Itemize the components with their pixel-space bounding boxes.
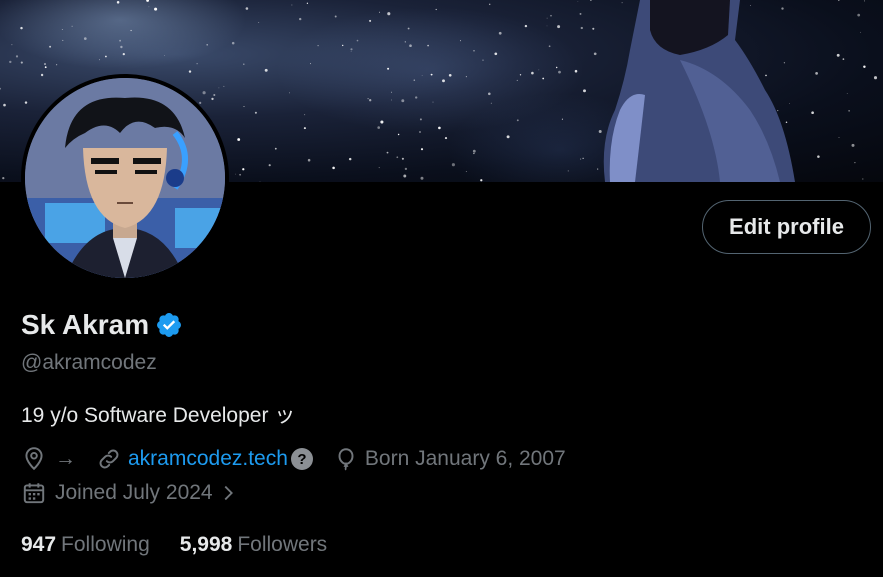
verified-badge-icon[interactable] (155, 311, 183, 339)
edit-profile-button[interactable]: Edit profile (702, 200, 871, 254)
followers-count: 5,998 (179, 533, 233, 556)
joined-row[interactable]: Joined July 2024 (21, 480, 235, 506)
follow-stats: 947 Following 5,998 Followers (21, 533, 327, 557)
website-link[interactable]: akramcodez.tech (128, 447, 288, 471)
location-pin-icon (21, 446, 47, 472)
following-count: 947 (21, 533, 57, 556)
chevron-right-icon[interactable] (217, 480, 235, 506)
banner-figure (603, 0, 795, 182)
location-text: → (55, 447, 76, 470)
user-handle: @akramcodez (21, 351, 157, 374)
name-row: Sk Akram (21, 309, 183, 341)
followers-label: Followers (237, 533, 328, 556)
bio-text: 19 y/o Software Developer ッ (21, 404, 296, 427)
avatar-image (25, 78, 225, 278)
display-name: Sk Akram (21, 309, 150, 340)
link-icon (96, 446, 122, 472)
birthday-text: Born January 6, 2007 (364, 447, 566, 470)
following-label: Following (61, 533, 150, 556)
following-link[interactable]: 947 Following (21, 533, 150, 557)
question-badge-icon[interactable]: ? (290, 448, 313, 470)
calendar-icon (21, 480, 47, 506)
profile-avatar[interactable] (21, 74, 229, 282)
balloon-icon (333, 446, 359, 472)
followers-link[interactable]: 5,998 Followers (180, 533, 327, 557)
joined-text: Joined July 2024 (55, 481, 213, 504)
profile-meta-row: → akramcodez.tech ? Born January 6, 2007 (21, 446, 566, 472)
